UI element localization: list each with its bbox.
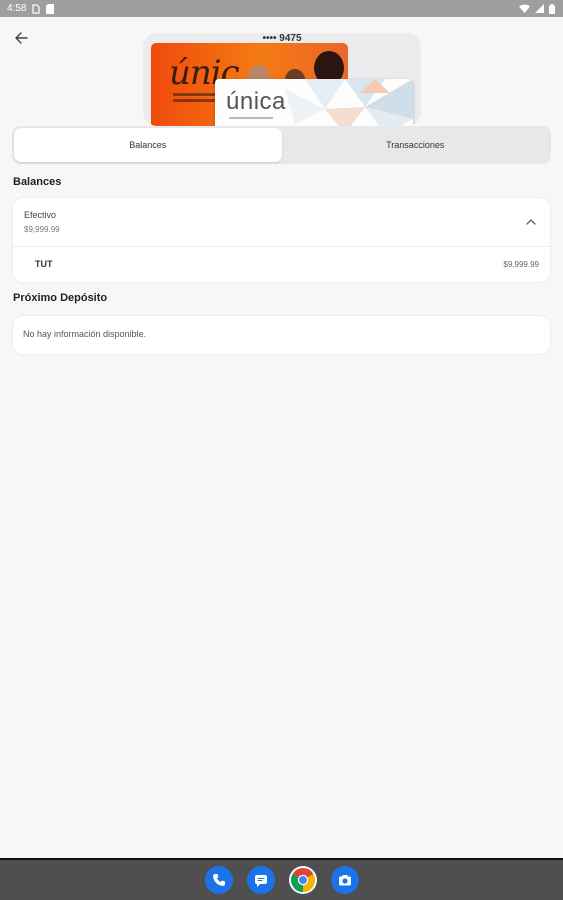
status-left: 4:58 xyxy=(7,3,55,14)
divider xyxy=(13,246,550,247)
tab-bar: Balances Transacciones xyxy=(12,126,551,164)
deposit-empty-text: No hay información disponible. xyxy=(23,329,147,339)
card-back-image: única xyxy=(215,79,413,126)
phone-icon[interactable] xyxy=(204,866,233,894)
card-front-tagline xyxy=(173,93,221,96)
balance-row-label: TUT xyxy=(35,259,53,269)
deposit-title: Próximo Depósito xyxy=(13,292,108,304)
messages-icon[interactable] xyxy=(246,866,275,894)
signal-icon xyxy=(535,4,544,13)
arrow-back-icon xyxy=(15,32,28,44)
tab-balances[interactable]: Balances xyxy=(14,128,282,162)
account-amount: $9,999.99 xyxy=(24,225,60,234)
camera-icon[interactable] xyxy=(330,866,359,894)
status-time: 4:58 xyxy=(7,3,27,14)
card-image-area: •••• 9475 únic única xyxy=(143,33,421,126)
deposit-card: No hay información disponible. xyxy=(13,316,550,354)
wifi-icon xyxy=(519,4,530,13)
balances-title: Balances xyxy=(13,176,62,188)
account-name: Efectivo xyxy=(24,210,57,220)
sim-icon xyxy=(32,3,41,14)
status-right xyxy=(519,3,555,14)
battery-icon xyxy=(549,3,555,14)
dock-bar xyxy=(0,858,563,900)
tab-transactions[interactable]: Transacciones xyxy=(282,128,550,162)
balance-accordion-header[interactable]: Efectivo $9,999.99 xyxy=(13,198,550,246)
chrome-icon[interactable] xyxy=(288,866,317,894)
card-back-brand: única xyxy=(226,88,286,115)
status-bar: 4:58 xyxy=(0,0,563,17)
back-button[interactable] xyxy=(10,27,32,49)
balance-row-value: $9,999.99 xyxy=(503,260,539,269)
card-back-tagline xyxy=(229,117,273,119)
chevron-up-icon xyxy=(526,219,536,225)
sd-card-icon xyxy=(46,3,55,14)
balance-card: Efectivo $9,999.99 TUT $9,999.99 xyxy=(13,198,550,282)
